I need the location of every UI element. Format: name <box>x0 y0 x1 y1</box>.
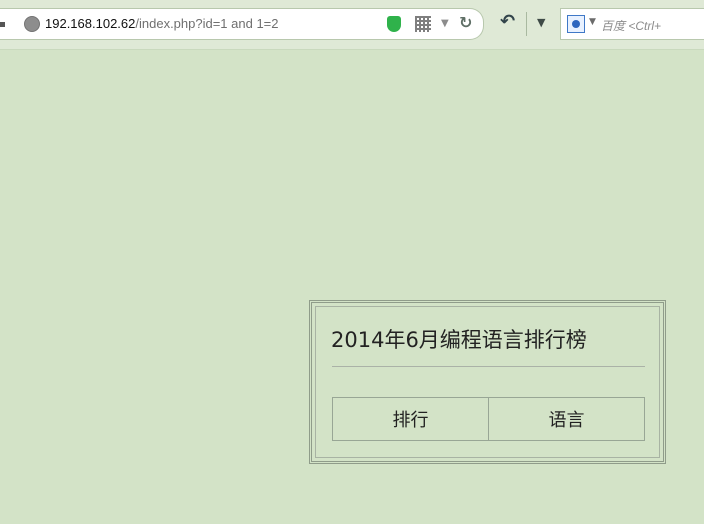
language-column-header: 语言 <box>488 397 645 441</box>
globe-icon <box>24 16 40 32</box>
address-text[interactable]: 192.168.102.62/index.php?id=1 and 1=2 <box>45 16 279 32</box>
rank-column-header: 排行 <box>332 397 489 441</box>
back-dropdown-icon[interactable]: ▼ <box>537 16 545 29</box>
address-bar[interactable]: 192.168.102.62/index.php?id=1 and 1=2 ▼ … <box>0 8 484 40</box>
toolbar-separator <box>526 12 527 36</box>
search-engine-dropdown-icon[interactable]: ▼ <box>589 17 596 27</box>
url-path: /index.php?id=1 and 1=2 <box>135 16 279 31</box>
tab-marker-icon <box>0 22 5 27</box>
back-icon[interactable]: ↶ <box>500 11 515 32</box>
table-header-row: 排行 语言 <box>332 397 645 441</box>
search-placeholder: 百度 <Ctrl+ <box>601 19 662 33</box>
browser-toolbar: 192.168.102.62/index.php?id=1 and 1=2 ▼ … <box>0 0 704 50</box>
ranking-table: 排行 语言 <box>332 397 645 441</box>
shield-icon[interactable] <box>387 16 401 32</box>
qr-code-icon[interactable] <box>415 16 431 32</box>
ranking-panel: 2014年6月编程语言排行榜 排行 语言 <box>309 300 666 464</box>
baidu-paw-icon[interactable] <box>567 15 585 33</box>
page-title: 2014年6月编程语言排行榜 <box>331 328 587 352</box>
refresh-icon[interactable]: ↻ <box>459 13 472 32</box>
dropdown-icon[interactable]: ▼ <box>441 18 449 29</box>
url-host: 192.168.102.62 <box>45 16 136 31</box>
title-divider <box>332 366 645 367</box>
search-box[interactable]: ▼ 百度 <Ctrl+ <box>560 8 704 40</box>
